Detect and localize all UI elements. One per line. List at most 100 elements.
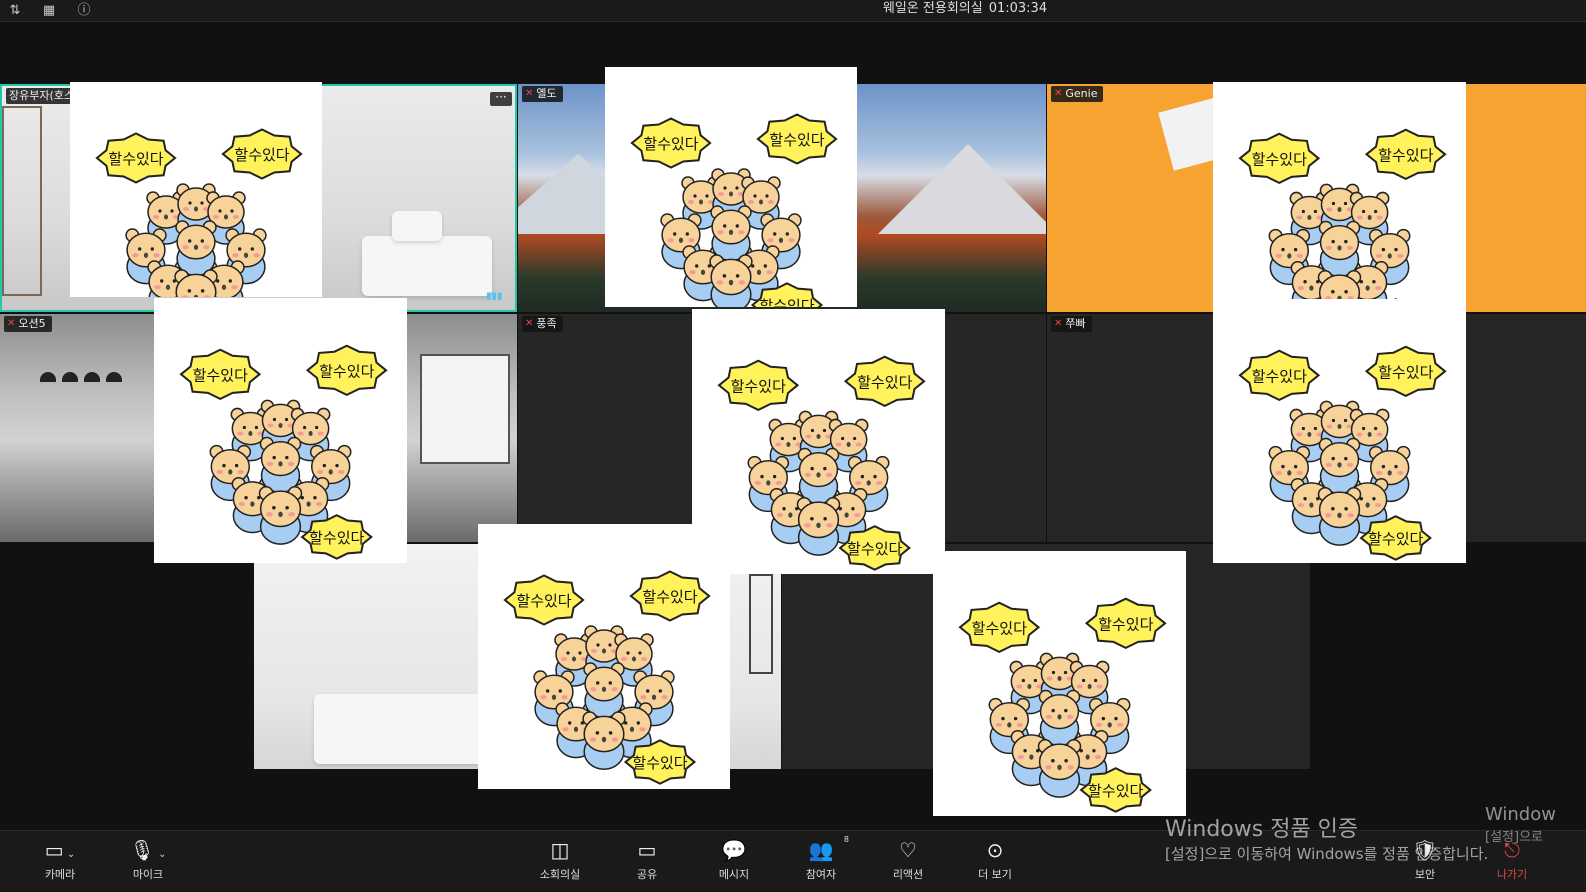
camera-icon: ▭ — [44, 838, 64, 862]
speech-bubble: 할수있다 — [95, 132, 177, 184]
shelf — [2, 106, 42, 296]
heart-icon: ♡ — [899, 838, 917, 862]
sticker-bears[interactable]: 할수있다할수있다할수있다 — [478, 524, 730, 789]
bear-figure — [797, 447, 840, 505]
bubble-text: 할수있다 — [1252, 150, 1308, 168]
participant-name-tag: ✕ 풍족 — [522, 316, 563, 332]
participants-button[interactable]: 👥 8 참여자 — [791, 835, 851, 889]
bubble-text: 할수있다 — [731, 377, 787, 395]
bubble-text: 할수있다 — [1098, 615, 1154, 633]
speech-bubble: 할수있다 — [305, 344, 388, 396]
bubble-text: 할수있다 — [632, 754, 687, 772]
participant-name-tag: ✕ Genie — [1051, 86, 1104, 102]
speech-bubble: 할수있다 — [1084, 597, 1167, 649]
more-icon: ⊙ — [986, 838, 1004, 862]
speech-bubble: 할수있다 — [1359, 515, 1432, 561]
cushion — [392, 211, 442, 241]
participant-name-tag: ✕ 옐도 — [522, 86, 563, 102]
mic-off-icon: ✕ — [525, 88, 534, 99]
bear-figure — [583, 662, 625, 719]
bear-figure — [1318, 437, 1361, 495]
meeting-timer: 01:03:34 — [988, 1, 1048, 16]
bubble-text: 할수있다 — [1368, 530, 1424, 548]
message-button[interactable]: 💬 메시지 — [704, 837, 764, 889]
speech-bubble: 할수있다 — [623, 739, 697, 785]
mic-button[interactable]: 🎙 ⌄ 마이크 — [118, 837, 178, 889]
sticker-bears[interactable]: 할수있다할수있다할수있다 — [1213, 299, 1466, 563]
couch — [314, 694, 484, 764]
bear-artwork: 할수있다할수있다할수있다 — [605, 67, 857, 307]
speech-bubble: 할수있다 — [1364, 345, 1447, 397]
speech-bubble: 할수있다 — [503, 574, 585, 626]
bear-figure — [1318, 220, 1361, 278]
bear-artwork: 할수있다할수있다할수있다 — [154, 298, 407, 563]
lamp — [84, 372, 100, 382]
frame — [749, 574, 773, 674]
speech-bubble: 할수있다 — [717, 359, 800, 412]
speech-bubble: 할수있다 — [630, 117, 712, 169]
bear-figure — [582, 711, 626, 770]
sticker-bears[interactable]: 할수있다할수있다할수있다 — [605, 67, 857, 307]
sticker-bears[interactable]: 할수있다할수있다할수있다 — [70, 82, 322, 297]
chevron-down-icon[interactable]: ⌄ — [64, 849, 75, 860]
bear-figure — [709, 254, 753, 307]
more-button[interactable]: ⊙ 더 보기 — [965, 837, 1025, 889]
bubble-text: 할수있다 — [319, 362, 375, 380]
lamp — [40, 372, 56, 382]
bubble-text: 할수있다 — [847, 540, 903, 558]
bear-figure — [1038, 689, 1081, 747]
bear-figure — [175, 220, 217, 277]
chat-icon: 💬 — [721, 838, 747, 862]
bear-figure — [259, 436, 302, 494]
participants-icon: 👥 — [808, 838, 834, 862]
security-button[interactable]: 🛡 보안 — [1395, 837, 1455, 889]
video-stage: 장유부자(호스 ··· ▮▮▮ ✕ 옐도 ✕ Genie ✕ 오션5 ✕ 풍족 … — [0, 22, 1586, 830]
speech-bubble: 할수있다 — [958, 601, 1041, 654]
watermark-edge-sub: [설정]으로 — [1485, 830, 1543, 845]
speech-bubble: 할수있다 — [300, 514, 373, 560]
bubble-text: 할수있다 — [1378, 363, 1434, 381]
bear-figure — [258, 485, 303, 545]
speech-bubble: 할수있다 — [629, 570, 711, 622]
bubble-text: 할수있다 — [769, 131, 824, 149]
speech-bubble: 할수있다 — [1364, 128, 1447, 180]
speech-bubble: 할수있다 — [1238, 349, 1321, 402]
lamp — [106, 372, 122, 382]
meeting-title: 웨일온 전용회의실 01:03:34 — [0, 0, 1586, 22]
reaction-button[interactable]: ♡ 리액션 — [878, 837, 938, 889]
sticker-bears[interactable]: 할수있다할수있다할수있다 — [154, 298, 407, 563]
speech-bubble: 할수있다 — [179, 348, 262, 401]
bear-artwork: 할수있다할수있다할수있다 — [933, 551, 1186, 816]
more-options-icon[interactable]: ··· — [490, 91, 512, 106]
speech-bubble: 할수있다 — [756, 113, 838, 165]
mountain-peak — [878, 144, 1046, 234]
window-pane — [420, 354, 510, 464]
speech-bubble: 할수있다 — [1079, 767, 1152, 813]
couch — [362, 236, 492, 296]
bear-figure — [174, 269, 218, 297]
participant-name-tag: 장유부자(호스 — [6, 88, 81, 104]
speech-bubble: 할수있다 — [221, 128, 303, 180]
share-button[interactable]: ▭ 공유 — [617, 837, 677, 889]
bubble-text: 할수있다 — [857, 373, 913, 391]
share-screen-icon: ▭ — [637, 838, 657, 862]
chevron-down-icon[interactable]: ⌄ — [155, 849, 166, 860]
bear-artwork: 할수있다할수있다할수있다 — [70, 82, 322, 297]
audio-level-icon: ▮▮▮ — [486, 291, 503, 302]
bubble-text: 할수있다 — [309, 529, 365, 547]
bubble-text: 할수있다 — [108, 150, 163, 168]
lamp — [62, 372, 78, 382]
bubble-text: 할수있다 — [1088, 782, 1144, 800]
bear-figure — [710, 205, 752, 262]
camera-button[interactable]: ▭ ⌄ 카메라 — [30, 837, 90, 889]
participants-count: 8 — [843, 835, 849, 844]
watermark-edge-title: Window — [1485, 804, 1556, 825]
sticker-bears[interactable]: 할수있다할수있다할수있다 — [933, 551, 1186, 816]
bubble-text: 할수있다 — [1378, 146, 1434, 164]
speech-bubble: 할수있다 — [1238, 132, 1321, 185]
bubble-text: 할수있다 — [643, 135, 698, 153]
speech-bubble: 할수있다 — [843, 355, 926, 407]
breakout-room-button[interactable]: ◫ 소회의실 — [530, 837, 590, 889]
mic-off-icon: ✕ — [7, 318, 16, 329]
top-bar: ⇅ ▦ ⓘ 웨일온 전용회의실 01:03:34 — [0, 0, 1586, 22]
